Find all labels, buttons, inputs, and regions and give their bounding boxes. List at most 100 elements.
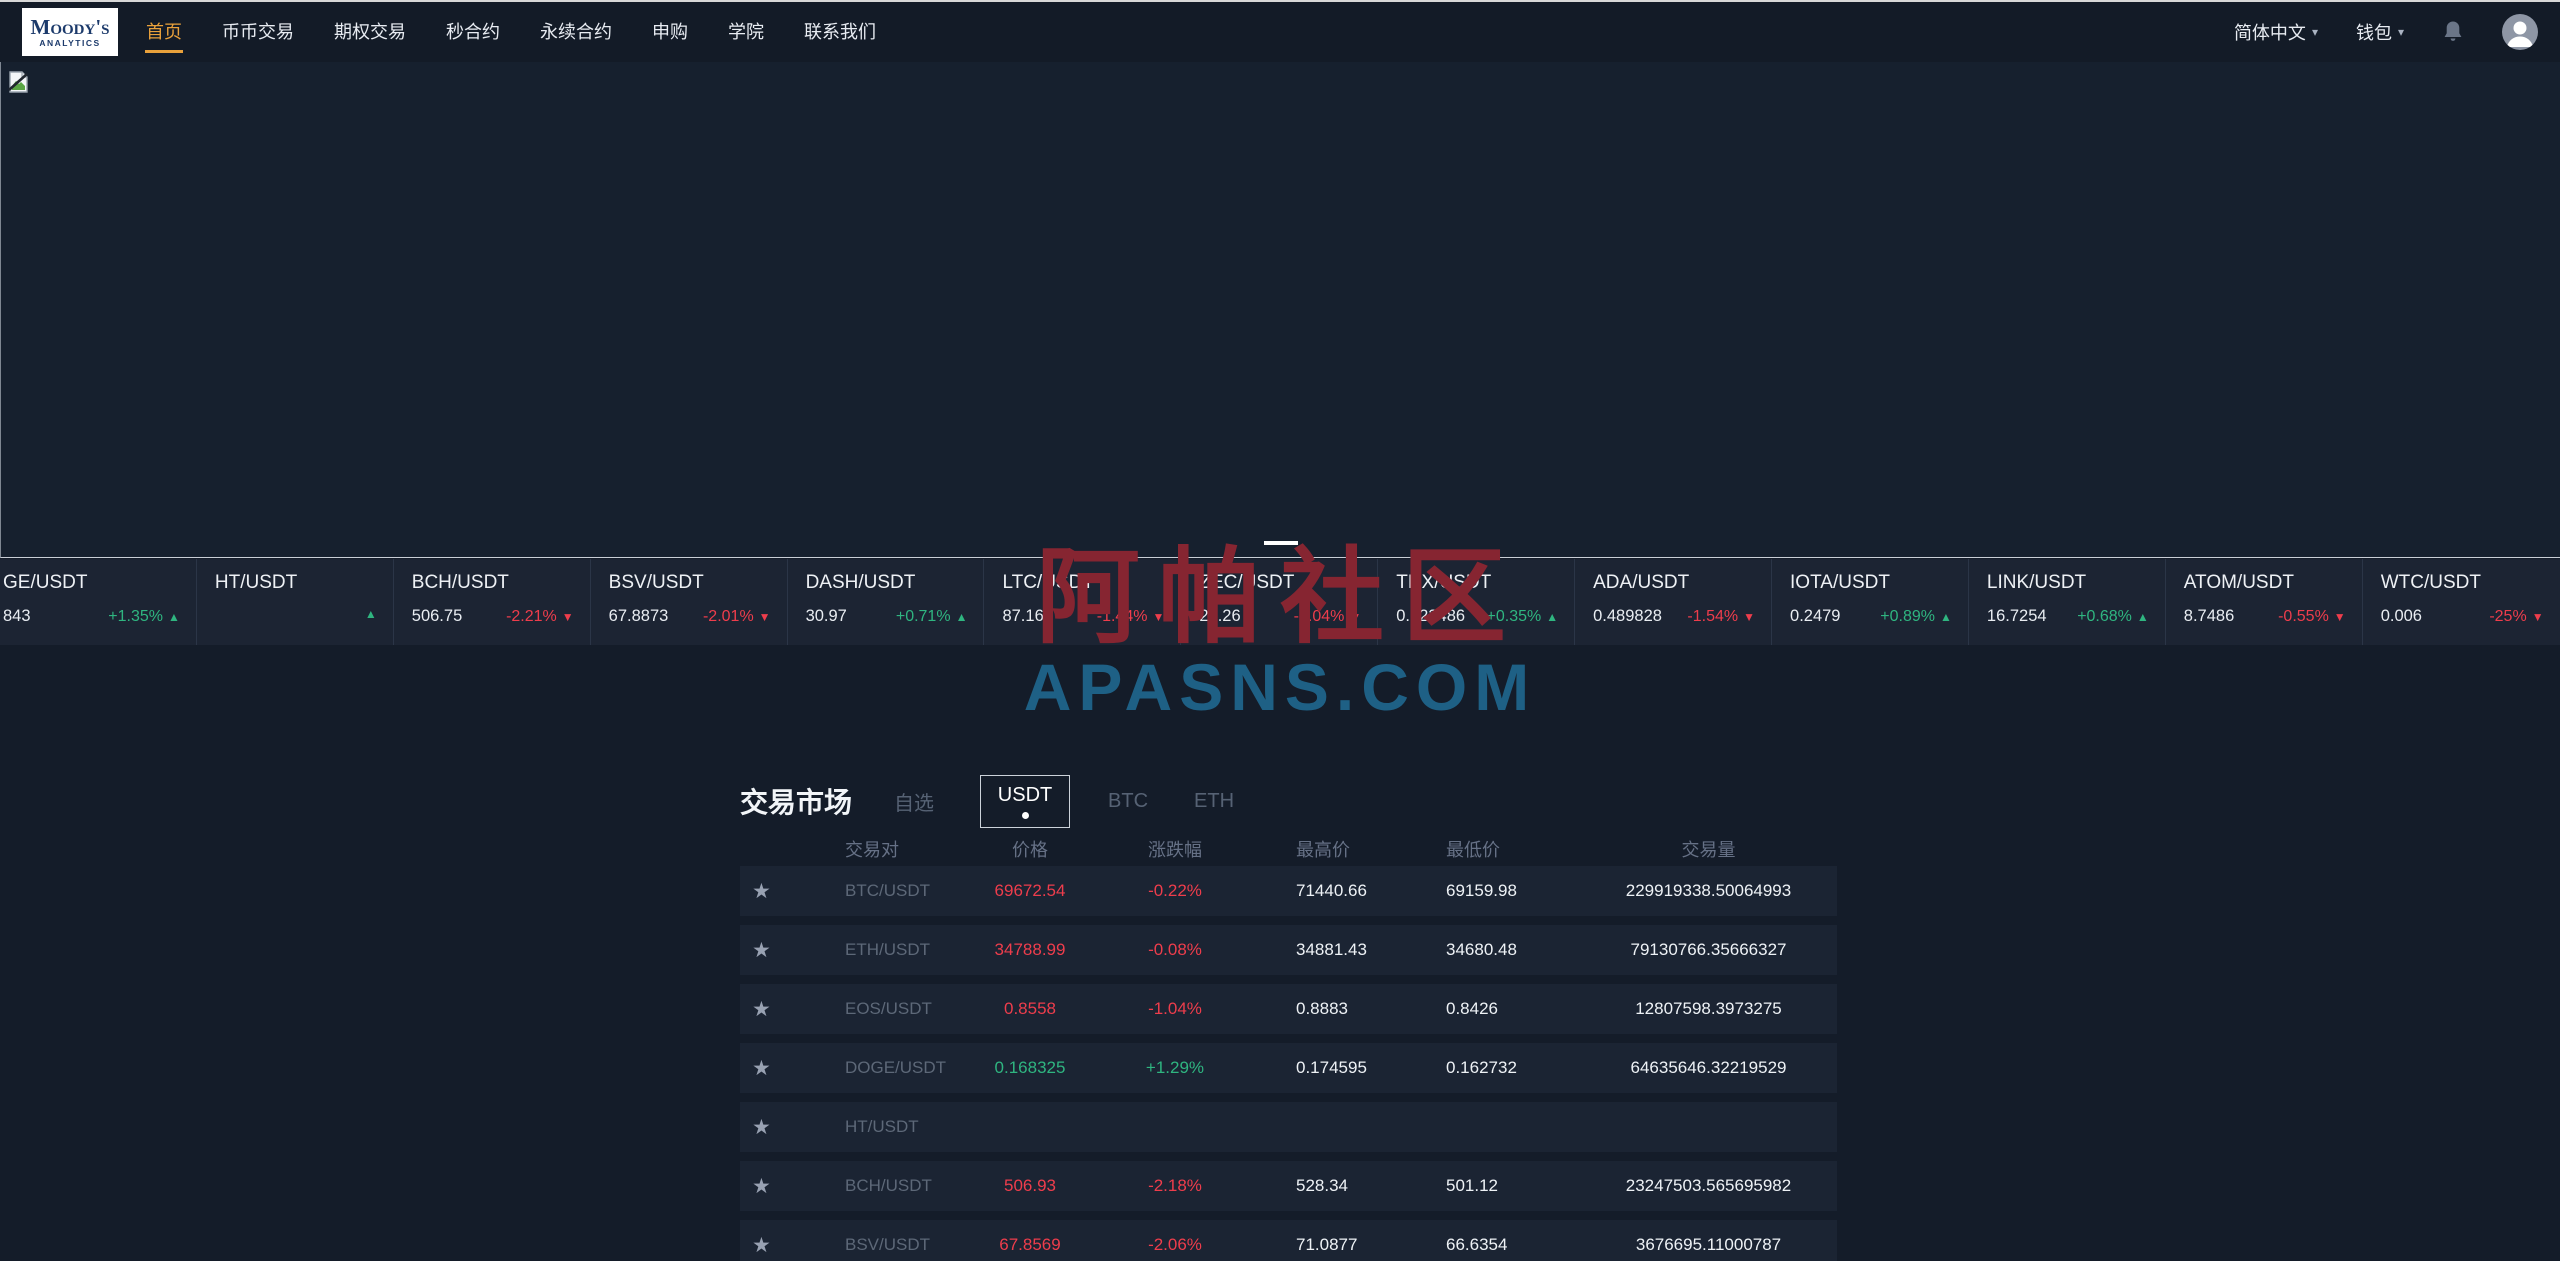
arrow-up-icon: ▲ bbox=[365, 607, 377, 621]
table-row-bch-usdt[interactable]: ★BCH/USDT506.93-2.18%528.34501.122324750… bbox=[740, 1161, 1837, 1211]
table-row-eth-usdt[interactable]: ★ETH/USDT34788.99-0.08%34881.4334680.487… bbox=[740, 925, 1837, 975]
tab-eth[interactable]: ETH bbox=[1194, 790, 1234, 813]
favorite-star-icon[interactable]: ★ bbox=[752, 1057, 771, 1080]
nav-item-subscribe[interactable]: 申购 bbox=[652, 2, 688, 62]
nav-right: 简体中文 ▾ 钱包 ▾ bbox=[2234, 14, 2538, 50]
market-tabs: 自选 USDT BTC ETH bbox=[894, 775, 1280, 828]
favorite-star-icon[interactable]: ★ bbox=[752, 939, 771, 962]
row-pair: BTC/USDT bbox=[845, 881, 990, 901]
ticker-pair: LTC/USDT bbox=[1002, 572, 1164, 594]
ticker-card-link-usdt[interactable]: LINK/USDT16.7254+0.68% ▲ bbox=[1969, 559, 2166, 645]
ticker-price: 0.489828 bbox=[1593, 607, 1662, 626]
ticker-card-bsv-usdt[interactable]: BSV/USDT67.8873-2.01% ▼ bbox=[591, 559, 788, 645]
arrow-up-icon: ▲ bbox=[1940, 610, 1952, 624]
carousel-indicator[interactable] bbox=[1264, 541, 1298, 545]
row-change: -0.22% bbox=[1070, 881, 1280, 901]
notification-bell-icon[interactable] bbox=[2442, 20, 2464, 44]
ticker-card-bch-usdt[interactable]: BCH/USDT506.75-2.21% ▼ bbox=[394, 559, 591, 645]
nav-item-contact-us[interactable]: 联系我们 bbox=[804, 2, 876, 62]
row-low: 66.6354 bbox=[1430, 1235, 1580, 1255]
ticker-card-zec-usdt[interactable]: ZEC/USDT24.26-0.04% ▼ bbox=[1181, 559, 1378, 645]
favorite-star-icon[interactable]: ★ bbox=[752, 1116, 771, 1139]
ticker-price: 0.006 bbox=[2381, 607, 2422, 626]
ticker-change: ▲ bbox=[365, 607, 377, 621]
active-tab-dot-icon bbox=[1022, 812, 1029, 819]
language-label: 简体中文 bbox=[2234, 19, 2306, 45]
nav-item-home[interactable]: 首页 bbox=[146, 2, 182, 62]
market-header: 交易市场 自选USDTBTCETH bbox=[740, 774, 1837, 828]
ticker-strip: GE/USDT843+1.35% ▲HT/USDT ▲BCH/USDT506.7… bbox=[0, 559, 2560, 645]
wallet-label: 钱包 bbox=[2356, 19, 2392, 45]
row-pair: DOGE/USDT bbox=[845, 1058, 990, 1078]
favorite-star-icon[interactable]: ★ bbox=[752, 998, 771, 1021]
col-low: 最低价 bbox=[1430, 836, 1580, 862]
row-low: 34680.48 bbox=[1430, 940, 1580, 960]
ticker-card-atom-usdt[interactable]: ATOM/USDT8.7486-0.55% ▼ bbox=[2166, 559, 2363, 645]
row-price: 69672.54 bbox=[990, 881, 1070, 901]
logo-title: Moody's bbox=[31, 16, 110, 38]
favorite-star-icon[interactable]: ★ bbox=[752, 880, 771, 903]
ticker-change: -2.21% ▼ bbox=[506, 608, 574, 626]
ticker-card-ht-usdt[interactable]: HT/USDT ▲ bbox=[197, 559, 394, 645]
wallet-dropdown[interactable]: 钱包 ▾ bbox=[2356, 19, 2404, 45]
ticker-pair: WTC/USDT bbox=[2381, 572, 2544, 594]
ticker-card-trx-usdt[interactable]: TRX/USDT0.123486+0.35% ▲ bbox=[1378, 559, 1575, 645]
row-volume: 12807598.3973275 bbox=[1580, 999, 1837, 1019]
ticker-change: -0.55% ▼ bbox=[2278, 608, 2346, 626]
arrow-down-icon: ▼ bbox=[1349, 610, 1361, 624]
arrow-down-icon: ▼ bbox=[2334, 610, 2346, 624]
nav-item-perpetual-contract[interactable]: 永续合约 bbox=[540, 2, 612, 62]
language-dropdown[interactable]: 简体中文 ▾ bbox=[2234, 19, 2318, 45]
row-high: 71440.66 bbox=[1280, 881, 1430, 901]
table-row-btc-usdt[interactable]: ★BTC/USDT69672.54-0.22%71440.6669159.982… bbox=[740, 866, 1837, 916]
nav-item-options-trade[interactable]: 期权交易 bbox=[334, 2, 406, 62]
favorite-star-icon[interactable]: ★ bbox=[752, 1175, 771, 1198]
ticker-card-ltc-usdt[interactable]: LTC/USDT87.16-1.44% ▼ bbox=[984, 559, 1181, 645]
ticker-price: 67.8873 bbox=[609, 607, 669, 626]
ticker-card-wtc-usdt[interactable]: WTC/USDT 0.006 -25% ▼ bbox=[2363, 559, 2560, 645]
tab-usdt[interactable]: USDT bbox=[980, 775, 1070, 828]
table-row-eos-usdt[interactable]: ★EOS/USDT0.8558-1.04%0.88830.84261280759… bbox=[740, 984, 1837, 1034]
ticker-card-ge-usdt[interactable]: GE/USDT843+1.35% ▲ bbox=[0, 559, 197, 645]
ticker-card-ada-usdt[interactable]: ADA/USDT0.489828-1.54% ▼ bbox=[1575, 559, 1772, 645]
row-high: 71.0877 bbox=[1280, 1235, 1430, 1255]
row-price: 0.8558 bbox=[990, 999, 1070, 1019]
row-pair: BSV/USDT bbox=[845, 1235, 990, 1255]
col-volume: 交易量 bbox=[1580, 836, 1837, 862]
ticker-price: 30.97 bbox=[806, 607, 847, 626]
nav-item-spot-trade[interactable]: 币币交易 bbox=[222, 2, 294, 62]
favorite-star-icon[interactable]: ★ bbox=[752, 1234, 771, 1257]
ticker-change: +1.35% ▲ bbox=[108, 608, 180, 626]
moodys-logo[interactable]: Moody's ANALYTICS bbox=[22, 8, 118, 56]
table-row-ht-usdt[interactable]: ★HT/USDT bbox=[740, 1102, 1837, 1152]
table-row-doge-usdt[interactable]: ★DOGE/USDT0.168325+1.29%0.1745950.162732… bbox=[740, 1043, 1837, 1093]
nav-item-seconds-contract[interactable]: 秒合约 bbox=[446, 2, 500, 62]
ticker-price: 8.7486 bbox=[2184, 607, 2234, 626]
row-volume: 229919338.50064993 bbox=[1580, 881, 1837, 901]
nav-item-academy[interactable]: 学院 bbox=[728, 2, 764, 62]
ticker-change: -1.44% ▼ bbox=[1097, 608, 1165, 626]
table-body: ★BTC/USDT69672.54-0.22%71440.6669159.982… bbox=[740, 866, 1837, 1261]
ticker-price: 506.75 bbox=[412, 607, 462, 626]
ticker-pair: HT/USDT bbox=[215, 572, 377, 594]
chevron-down-icon: ▾ bbox=[2312, 25, 2318, 39]
tab-label: USDT bbox=[998, 784, 1052, 807]
row-price: 0.168325 bbox=[990, 1058, 1070, 1078]
row-volume: 79130766.35666327 bbox=[1580, 940, 1837, 960]
arrow-up-icon: ▲ bbox=[168, 610, 180, 624]
ticker-change: -0.04% ▼ bbox=[1294, 608, 1362, 626]
ticker-pair: GE/USDT bbox=[3, 572, 180, 594]
ticker-change: -25% ▼ bbox=[2489, 608, 2543, 626]
tab-favorites[interactable]: 自选 bbox=[894, 787, 934, 816]
row-high: 0.8883 bbox=[1280, 999, 1430, 1019]
broken-image-icon bbox=[7, 70, 31, 99]
arrow-up-icon: ▲ bbox=[1546, 610, 1558, 624]
table-row-bsv-usdt[interactable]: ★BSV/USDT67.8569-2.06%71.087766.63543676… bbox=[740, 1220, 1837, 1261]
ticker-change: +0.71% ▲ bbox=[896, 608, 968, 626]
user-avatar[interactable] bbox=[2502, 14, 2538, 50]
ticker-pair: TRX/USDT bbox=[1396, 572, 1558, 594]
ticker-card-iota-usdt[interactable]: IOTA/USDT0.2479+0.89% ▲ bbox=[1772, 559, 1969, 645]
row-high: 34881.43 bbox=[1280, 940, 1430, 960]
tab-btc[interactable]: BTC bbox=[1108, 790, 1148, 813]
ticker-card-dash-usdt[interactable]: DASH/USDT30.97+0.71% ▲ bbox=[788, 559, 985, 645]
